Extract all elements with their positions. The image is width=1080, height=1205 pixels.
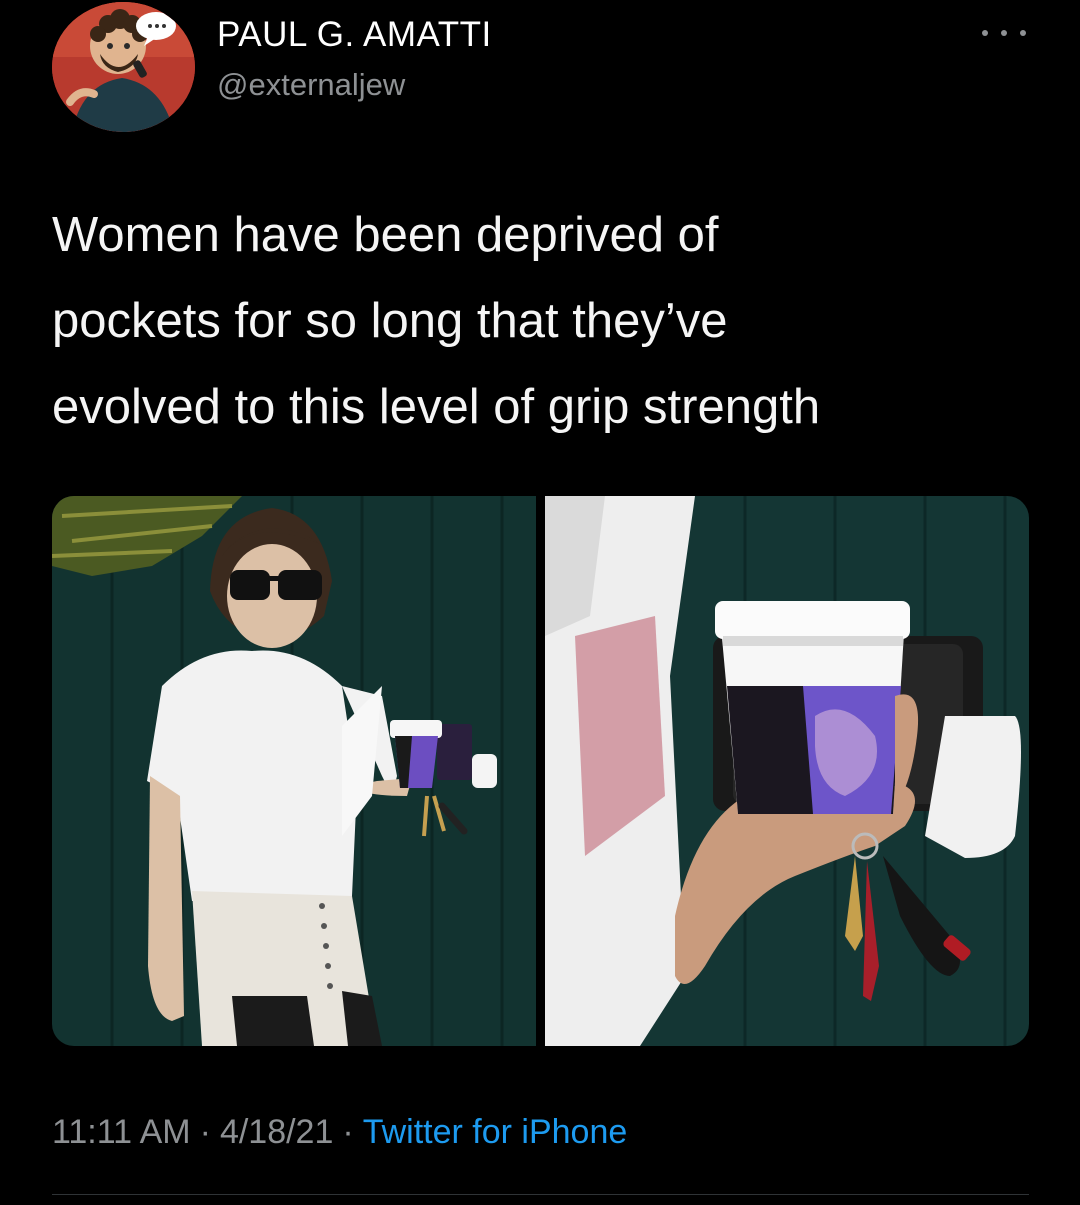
avatar-illustration (52, 2, 195, 132)
display-name[interactable]: PAUL G. AMATTI (217, 15, 492, 55)
tweet-photo-1[interactable] (52, 496, 536, 1046)
tweet-date[interactable]: 4/18/21 (220, 1113, 333, 1151)
more-horizontal-icon[interactable] (982, 18, 1026, 48)
more-dot (1020, 30, 1026, 36)
tweet-text: Women have been deprived of pockets for … (52, 192, 1032, 450)
tweet-text-line: evolved to this level of grip strength (52, 380, 821, 434)
photo-illustration-woman (52, 496, 536, 1046)
more-dot (982, 30, 988, 36)
meta-separator: · (199, 1113, 211, 1151)
tweet-media (52, 496, 1029, 1046)
photo-illustration-closeup (545, 496, 1029, 1046)
tweet: PAUL G. AMATTI @externaljew Women have b… (0, 0, 1080, 1205)
tweet-text-line: Women have been deprived of (52, 208, 719, 262)
user-handle[interactable]: @externaljew (217, 67, 405, 103)
divider (52, 1194, 1029, 1195)
more-dot (1001, 30, 1007, 36)
tweet-meta: 11:11 AM · 4/18/21 · Twitter for iPhone (52, 1113, 627, 1152)
tweet-time[interactable]: 11:11 AM (52, 1113, 191, 1151)
tweet-source-link[interactable]: Twitter for iPhone (363, 1113, 628, 1151)
tweet-photo-2[interactable] (545, 496, 1029, 1046)
meta-separator: · (342, 1113, 354, 1151)
tweet-text-line: pockets for so long that they’ve (52, 294, 728, 348)
avatar[interactable] (52, 2, 195, 132)
